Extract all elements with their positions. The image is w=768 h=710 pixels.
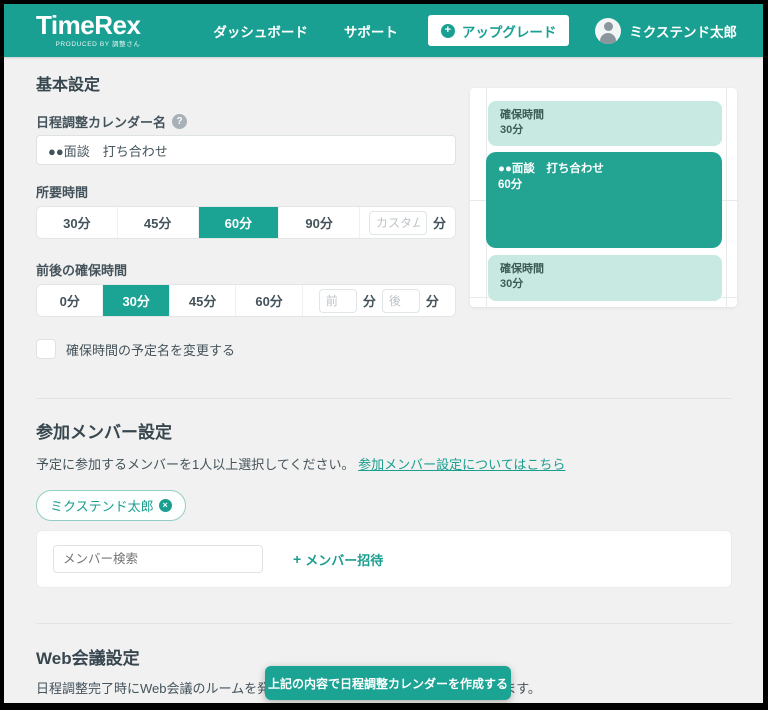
buffer-custom-cell: 分 分 (303, 285, 455, 316)
section-divider (36, 623, 732, 624)
preview-event-block: ●●面談 打ち合わせ 60分 (486, 152, 722, 248)
nav-support[interactable]: サポート (344, 21, 398, 41)
duration-segmented-control: 30分 45分 60分 90分 分 (36, 206, 456, 239)
duration-custom-cell: 分 (360, 207, 455, 238)
preview-buffer-top-title: 確保時間 (500, 108, 710, 123)
plus-icon: + (441, 24, 455, 38)
preview-gridline-vertical (726, 88, 727, 307)
invite-member-link[interactable]: + メンバー招待 (293, 550, 383, 569)
avatar-head (604, 22, 613, 31)
user-avatar-icon (595, 18, 621, 44)
duration-option-30[interactable]: 30分 (37, 207, 118, 238)
timerex-logo[interactable]: TimeRex PRODUCED BY 調整さん (36, 12, 140, 48)
chip-close-icon[interactable]: × (159, 499, 172, 512)
members-help-link[interactable]: 参加メンバー設定についてはこちら (358, 457, 565, 472)
duration-custom-input[interactable] (369, 211, 427, 235)
user-menu[interactable]: ミクステンド太郎 (595, 18, 737, 44)
members-description-text: 予定に参加するメンバーを1人以上選択してください。 (36, 457, 354, 472)
rename-buffer-checkbox[interactable] (36, 339, 56, 359)
duration-custom-suffix: 分 (433, 213, 446, 232)
zoom-link-footnote: アカウントはZoomと連携されていません。 Zoom連携について (36, 700, 390, 703)
buffer-segmented-control: 0分 30分 45分 60分 分 分 (36, 284, 456, 317)
calendar-name-label: 日程調整カレンダー名 (36, 112, 166, 131)
section-divider (36, 398, 732, 399)
help-icon[interactable]: ? (172, 114, 187, 129)
plus-icon: + (293, 551, 301, 567)
create-calendar-button[interactable]: 上記の内容で日程調整カレンダーを作成する (265, 666, 511, 700)
user-name: ミクステンド太郎 (629, 21, 737, 41)
nav-dashboard[interactable]: ダッシュボード (213, 21, 308, 41)
header-nav: ダッシュボード サポート + アップグレード ミクステンド太郎 (177, 15, 737, 46)
buffer-option-45[interactable]: 45分 (170, 285, 236, 316)
preview-buffer-block-bottom: 確保時間 30分 (488, 255, 722, 301)
screenshot-frame: TimeRex PRODUCED BY 調整さん ダッシュボード サポート + … (0, 0, 768, 710)
member-search-input[interactable] (53, 545, 263, 573)
buffer-option-30-selected[interactable]: 30分 (103, 285, 169, 316)
duration-option-90[interactable]: 90分 (279, 207, 360, 238)
rename-buffer-label: 確保時間の予定名を変更する (66, 340, 235, 359)
calendar-name-input[interactable] (36, 135, 456, 165)
duration-option-60-selected[interactable]: 60分 (199, 207, 280, 238)
plus-glyph: + (445, 25, 451, 36)
buffer-after-input[interactable] (382, 289, 420, 313)
preview-buffer-bottom-title: 確保時間 (500, 262, 710, 277)
buffer-option-60[interactable]: 60分 (236, 285, 302, 316)
preview-buffer-block-top: 確保時間 30分 (488, 101, 722, 146)
preview-buffer-bottom-duration: 30分 (500, 277, 710, 292)
preview-event-duration: 60分 (498, 177, 710, 193)
member-chip-name: ミクステンド太郎 (50, 496, 154, 515)
members-description: 予定に参加するメンバーを1人以上選択してください。 参加メンバー設定についてはこ… (36, 454, 763, 473)
rename-buffer-row: 確保時間の予定名を変更する (36, 339, 763, 359)
preview-buffer-top-duration: 30分 (500, 123, 710, 138)
upgrade-button[interactable]: + アップグレード (428, 15, 570, 46)
buffer-after-suffix: 分 (426, 291, 439, 310)
member-search-card: + メンバー招待 (36, 530, 732, 588)
member-chip[interactable]: ミクステンド太郎 × (36, 490, 186, 521)
app-header: TimeRex PRODUCED BY 調整さん ダッシュボード サポート + … (4, 4, 763, 57)
upgrade-label: アップグレード (462, 21, 557, 41)
duration-option-45[interactable]: 45分 (118, 207, 199, 238)
app-window: TimeRex PRODUCED BY 調整さん ダッシュボード サポート + … (4, 4, 763, 703)
section-title-members: 参加メンバー設定 (36, 418, 763, 443)
buffer-before-input[interactable] (319, 289, 357, 313)
buffer-before-suffix: 分 (363, 291, 376, 310)
invite-member-label: メンバー招待 (305, 550, 383, 569)
preview-event-title: ●●面談 打ち合わせ (498, 161, 710, 177)
avatar-body (600, 33, 616, 44)
buffer-option-0[interactable]: 0分 (37, 285, 103, 316)
logo-text: TimeRex (36, 12, 140, 38)
calendar-preview-card: 確保時間 30分 ●●面談 打ち合わせ 60分 確保時間 30分 (470, 88, 737, 307)
